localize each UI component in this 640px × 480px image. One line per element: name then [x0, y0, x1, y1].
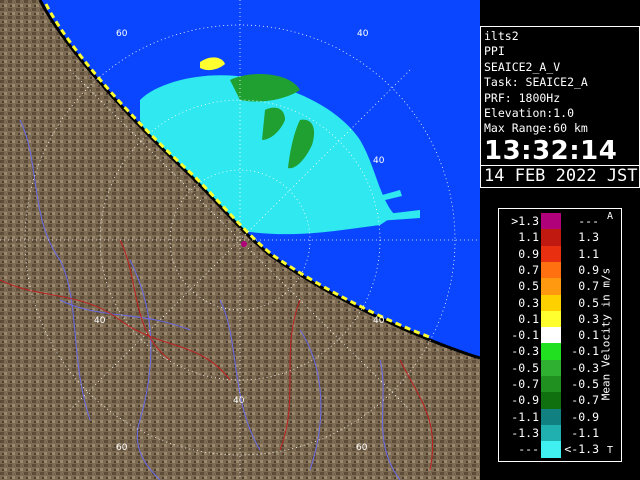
legend-title: Mean Velocity in m/s [599, 267, 613, 401]
legend-high-value: -0.7 [571, 393, 599, 408]
legend-color-swatch [541, 261, 561, 279]
legend-color-swatch [541, 441, 561, 459]
volume-name: SEAICE2_A_V [484, 59, 561, 74]
legend-title-box: Mean Velocity in m/s [595, 213, 617, 455]
radar-ppi-map[interactable]: 60 40 40 40 40 60 60 40 [0, 0, 480, 480]
task-name: Task: SEAICE2_A [484, 75, 588, 90]
legend-high-value: --- [578, 214, 599, 228]
legend-low-value: -0.5 [511, 360, 539, 375]
prf-value: PRF: 1800Hz [484, 90, 561, 105]
legend-low-value: 0.3 [518, 295, 539, 310]
range-label: 40 [373, 156, 385, 166]
legend-low-value: -1.1 [511, 409, 539, 424]
legend-color-swatch [541, 327, 561, 345]
legend-low-value: -0.7 [511, 377, 539, 391]
velocity-legend: >1.3 --- 1.1 1.3 0.9 1.1 0.7 0.9 0.5 0.7 0.3 0.5 0.1… [498, 208, 622, 462]
elevation-value: Elevation:1.0 [484, 106, 575, 121]
legend-color-swatch [541, 245, 561, 263]
range-label: 60 [356, 443, 368, 453]
legend-color-swatch [541, 278, 561, 296]
legend-high-value: -0.9 [571, 409, 599, 424]
max-range-value: Max Range:60 km [484, 121, 588, 136]
range-label: 40 [233, 396, 245, 406]
legend-low-value: 0.5 [518, 279, 539, 294]
legend-corner-bottom: T [607, 445, 614, 456]
legend-high-value: 0.9 [578, 262, 599, 277]
legend-high-value: <-1.3 [564, 442, 599, 457]
legend-color-swatch [541, 408, 561, 426]
legend-high-value: 1.1 [578, 246, 599, 261]
range-label: 60 [116, 29, 128, 39]
legend-high-value: -0.5 [571, 377, 599, 391]
legend-low-value: -0.3 [511, 344, 539, 359]
legend-high-value: -0.3 [571, 360, 599, 375]
legend-low-value: 0.7 [518, 262, 539, 277]
legend-color-swatch [541, 359, 561, 377]
legend-high-value: 0.1 [578, 328, 599, 343]
legend-low-value: 0.1 [518, 311, 539, 326]
scan-date: 14 FEB 2022 JST [481, 164, 639, 186]
legend-color-swatch [541, 376, 561, 393]
legend-corner-top: A [607, 211, 614, 222]
range-label: 40 [373, 316, 385, 326]
legend-high-value: 0.5 [578, 295, 599, 310]
legend-high-value: -0.1 [571, 344, 599, 359]
legend-color-swatch [541, 213, 561, 230]
legend-color-swatch [541, 424, 561, 442]
legend-color-swatch [541, 310, 561, 328]
legend-low-value: -0.1 [511, 328, 539, 343]
legend-high-value: -1.1 [571, 425, 599, 440]
range-label: 60 [116, 443, 128, 453]
legend-high-value: 0.7 [578, 279, 599, 294]
radar-site-marker[interactable] [241, 241, 247, 247]
radar-map-canvas: 60 40 40 40 40 60 60 40 [0, 0, 480, 480]
legend-low-value: 1.1 [518, 230, 539, 245]
legend-high-value: 1.3 [578, 230, 599, 245]
legend-low-value: -0.9 [511, 393, 539, 408]
legend-low-value: >1.3 [511, 214, 539, 228]
legend-low-value: --- [518, 442, 539, 457]
product-type: PPI [484, 44, 505, 59]
legend-high-value: 0.3 [578, 311, 599, 326]
radar-info-panel: ilts2 PPI SEAICE2_A_V Task: SEAICE2_A PR… [480, 26, 640, 188]
station-name: ilts2 [484, 29, 519, 43]
range-label: 40 [94, 316, 106, 326]
range-label: 40 [357, 29, 369, 39]
legend-color-swatch [541, 294, 561, 312]
legend-low-value: -1.3 [511, 425, 539, 440]
legend-color-swatch [541, 343, 561, 361]
legend-color-swatch [541, 392, 561, 410]
scan-time: 13:32:14 [484, 135, 618, 166]
legend-low-value: 0.9 [518, 246, 539, 261]
legend-color-swatch [541, 229, 561, 247]
